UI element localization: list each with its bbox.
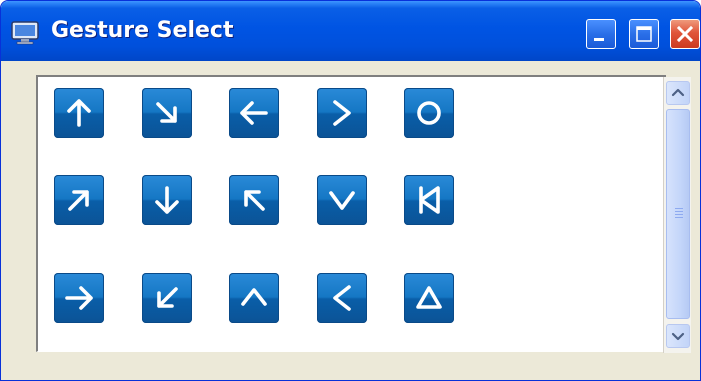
up-right-arrow-icon	[68, 190, 89, 211]
gesture-down-right-arrow-button[interactable]	[142, 88, 192, 138]
left-arrow-icon	[240, 101, 268, 125]
window-title: Gesture Select	[51, 18, 234, 43]
right-arrow-icon	[65, 286, 93, 310]
up-arrow-icon	[67, 99, 91, 127]
circle-icon	[417, 101, 441, 125]
gesture-caret-up-button[interactable]	[229, 273, 279, 323]
up-left-arrow-icon	[244, 190, 265, 211]
caret-up-icon	[241, 288, 267, 306]
gesture-greater-than-button[interactable]	[317, 88, 367, 138]
vertical-scrollbar[interactable]	[663, 77, 691, 353]
down-arrow-icon	[155, 186, 179, 214]
scroll-down-icon	[671, 332, 685, 341]
gesture-grid-panel	[36, 75, 666, 352]
gesture-v-shape-button[interactable]	[317, 175, 367, 225]
close-button[interactable]	[670, 19, 700, 49]
down-right-arrow-icon	[156, 102, 177, 123]
maximize-icon	[636, 26, 652, 42]
minimize-button[interactable]	[586, 19, 616, 49]
title-bar[interactable]: Gesture Select	[1, 1, 700, 61]
gesture-up-right-arrow-button[interactable]	[54, 175, 104, 225]
monitor-icon	[11, 21, 39, 45]
down-left-arrow-icon	[157, 287, 178, 308]
greater-than-icon	[333, 100, 351, 126]
gesture-bowtie-button[interactable]	[404, 175, 454, 225]
scroll-thumb[interactable]	[666, 109, 690, 319]
gesture-circle-button[interactable]	[404, 88, 454, 138]
maximize-button[interactable]	[629, 19, 659, 49]
gesture-down-arrow-button[interactable]	[142, 175, 192, 225]
minimize-icon	[594, 38, 604, 41]
gesture-triangle-button[interactable]	[404, 273, 454, 323]
scroll-thumb-grip	[675, 208, 683, 220]
gesture-select-window: Gesture Select	[0, 0, 701, 381]
gesture-less-than-button[interactable]	[317, 273, 367, 323]
v-shape-icon	[329, 191, 355, 210]
gesture-down-left-arrow-button[interactable]	[142, 273, 192, 323]
gesture-up-arrow-button[interactable]	[54, 88, 104, 138]
scroll-up-icon	[671, 88, 685, 97]
bowtie-icon	[419, 186, 440, 214]
close-icon	[676, 25, 694, 43]
triangle-icon	[416, 286, 442, 309]
scroll-down-button[interactable]	[666, 324, 690, 348]
scroll-up-button[interactable]	[666, 81, 690, 105]
gesture-left-arrow-button[interactable]	[229, 88, 279, 138]
gesture-right-arrow-button[interactable]	[54, 273, 104, 323]
less-than-icon	[333, 285, 351, 311]
gesture-up-left-arrow-button[interactable]	[229, 175, 279, 225]
